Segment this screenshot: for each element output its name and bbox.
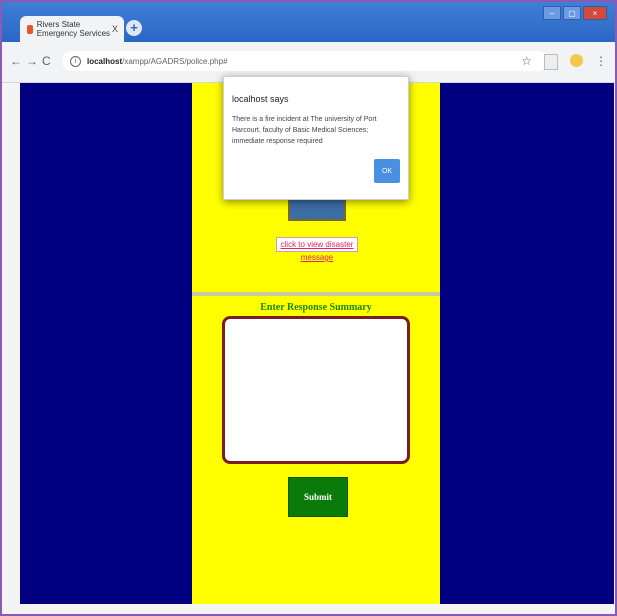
dialog-title: localhost says [232,94,289,104]
tab-title: Rivers State Emergency Services [36,20,111,38]
response-summary-heading: Enter Response Summary [260,302,372,313]
reload-icon[interactable]: C [42,54,51,68]
view-disaster-message-link[interactable]: click to view disaster message [276,237,358,262]
maximize-button[interactable]: ▢ [563,6,581,20]
url-host: localhost [87,56,123,66]
browser-titlebar: Rivers State Emergency Services X + – ▢ … [2,2,615,42]
bookmark-star-icon[interactable]: ☆ [521,54,532,70]
response-summary-textarea[interactable] [222,316,410,464]
alert-dialog: localhost says There is a fire incident … [223,76,409,200]
profile-avatar-icon[interactable] [570,54,583,67]
tab-close-icon[interactable]: X [112,24,118,34]
browser-tab[interactable]: Rivers State Emergency Services X [20,16,124,42]
forward-icon[interactable]: → [26,54,38,68]
dialog-message: There is a fire incident at The universi… [232,116,377,145]
url-path: /xampp/AGADRS/police.php# [122,56,228,66]
new-tab-button[interactable]: + [126,20,142,36]
extension-icon[interactable] [544,54,558,70]
back-icon[interactable]: ← [10,54,22,68]
dialog-ok-button[interactable]: OK [374,159,400,183]
site-favicon-icon [27,24,33,34]
site-info-icon[interactable]: i [70,55,81,67]
window-controls: – ▢ × [543,6,607,20]
menu-dots-icon[interactable]: ⋮ [595,54,607,70]
submit-button[interactable]: Submit [288,477,348,517]
minimize-button[interactable]: – [543,6,561,20]
address-bar[interactable]: i localhost /xampp/AGADRS/police.php# [62,51,548,71]
toolbar-right: ☆ ⋮ [521,54,607,70]
close-window-button[interactable]: × [583,6,607,20]
